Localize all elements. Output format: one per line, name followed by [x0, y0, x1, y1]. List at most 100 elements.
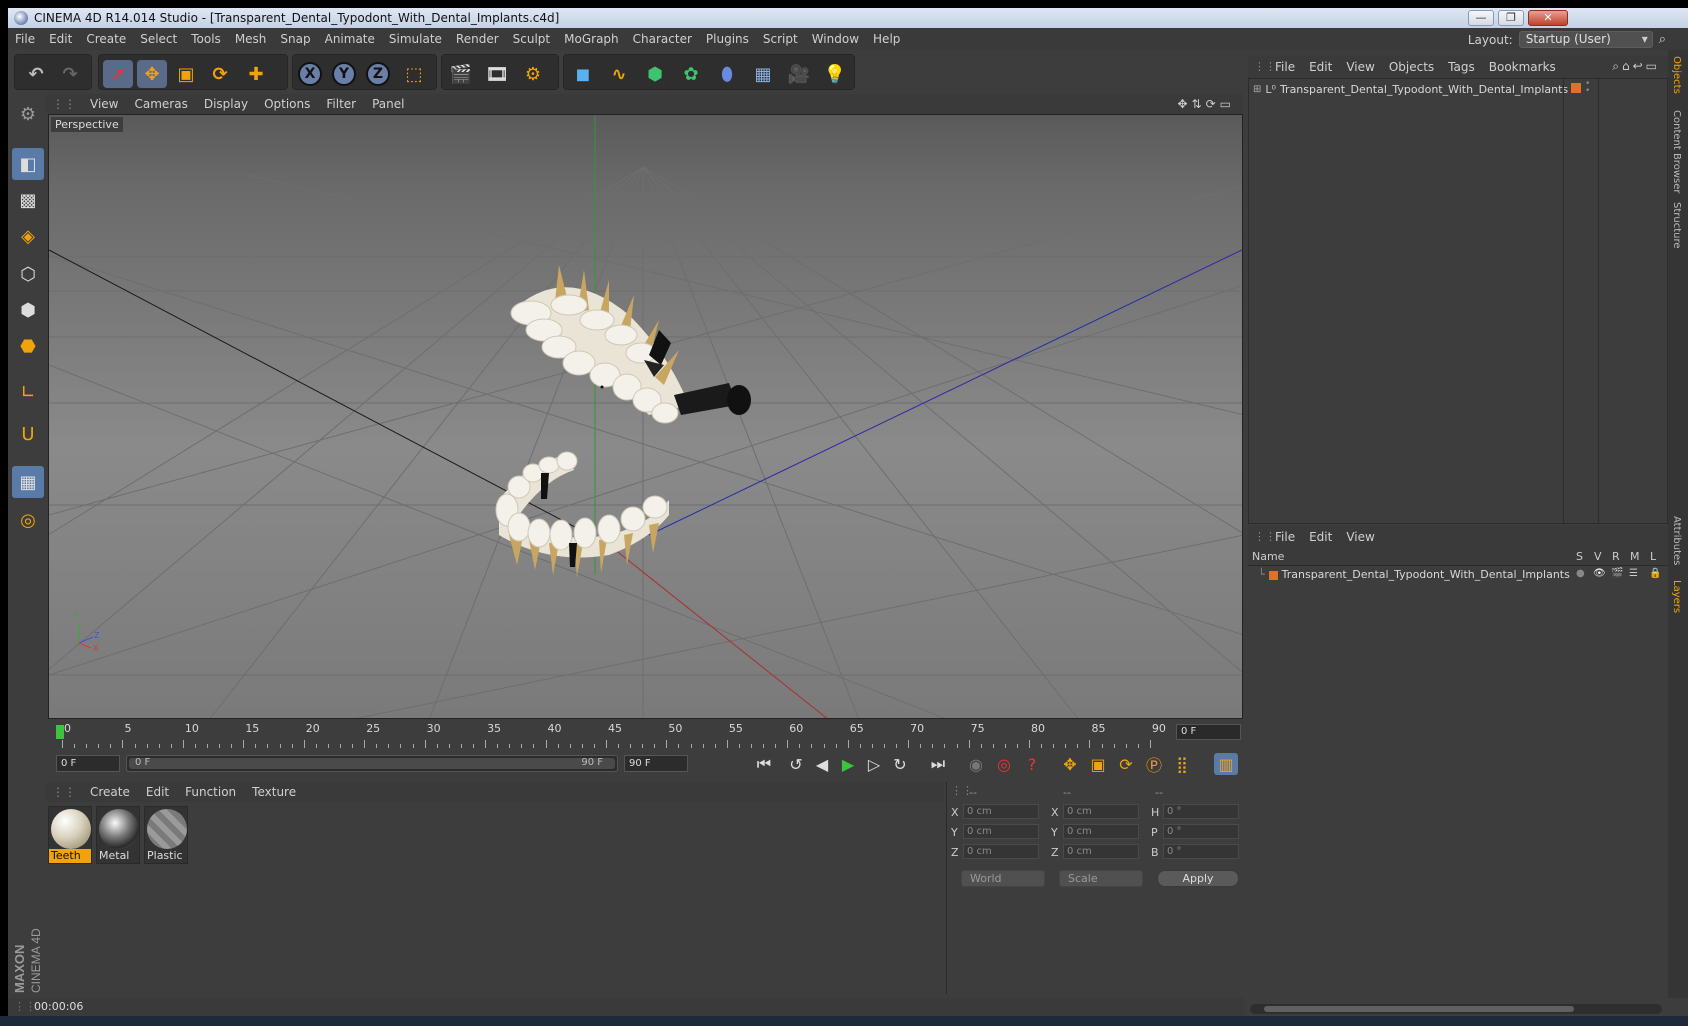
- viewport-nav-icons[interactable]: ✥⇅⟳▭: [1177, 97, 1235, 111]
- close-button[interactable]: ✕: [1528, 10, 1568, 26]
- layer-name[interactable]: Transparent_Dental_Typodont_With_Dental_…: [1282, 566, 1570, 584]
- menu-create[interactable]: Create: [79, 28, 133, 50]
- make-editable-icon[interactable]: ⚙: [12, 98, 44, 130]
- view-toggle-icon[interactable]: 👁: [1593, 568, 1606, 579]
- keyframe-help-icon[interactable]: ?: [1020, 753, 1044, 775]
- manager-toggle-icon[interactable]: ☰: [1629, 568, 1638, 579]
- layer-color-icon[interactable]: [1268, 570, 1278, 580]
- magnet-snap-icon[interactable]: U: [12, 418, 44, 450]
- points-mode-icon[interactable]: ⬡: [12, 258, 44, 290]
- previous-frame-icon[interactable]: ◀: [810, 753, 834, 775]
- scene-floor-icon[interactable]: ▦: [748, 60, 778, 88]
- model-mode-icon[interactable]: ◧: [12, 148, 44, 180]
- viewport-menu-display[interactable]: Display: [196, 93, 256, 115]
- live-selection-icon[interactable]: ➚: [103, 60, 133, 88]
- next-key-icon[interactable]: ↻: [888, 753, 912, 775]
- go-to-end-icon[interactable]: ⏭: [926, 753, 950, 775]
- apply-button[interactable]: Apply: [1157, 870, 1239, 887]
- workplane-lock-icon[interactable]: ▦: [12, 466, 44, 498]
- current-frame-field[interactable]: 0 F: [1176, 724, 1241, 740]
- rotation-p-field[interactable]: 0 °: [1163, 824, 1239, 839]
- key-pla-icon[interactable]: ⣿: [1170, 753, 1194, 775]
- play-forward-icon[interactable]: ▶: [836, 753, 860, 775]
- object-name[interactable]: Transparent_Dental_Typodont_With_Dental_…: [1280, 81, 1568, 99]
- position-x-field[interactable]: 0 cm: [963, 804, 1039, 819]
- expand-icon[interactable]: ⊞: [1253, 81, 1261, 99]
- size-y-field[interactable]: 0 cm: [1063, 824, 1139, 839]
- coordinate-space-dropdown[interactable]: World: [961, 870, 1045, 887]
- scrollbar-thumb[interactable]: [1264, 1006, 1574, 1012]
- menu-mesh[interactable]: Mesh: [228, 28, 274, 50]
- redo-icon[interactable]: ↷: [55, 60, 85, 88]
- key-position-icon[interactable]: ✥: [1058, 753, 1082, 775]
- timeline-ruler[interactable]: 0 5 10 15 20 25 30 35 40 45 50 55 60 65 70 75 80 85 90 0 F: [46, 720, 1243, 748]
- maximize-button[interactable]: ❐: [1498, 10, 1524, 26]
- menu-script[interactable]: Script: [756, 28, 805, 50]
- cube-primitive-icon[interactable]: ◼: [568, 60, 598, 88]
- key-rotation-icon[interactable]: ⟳: [1114, 753, 1138, 775]
- tab-attributes[interactable]: Attributes: [1671, 516, 1682, 565]
- object-menu-bookmarks[interactable]: Bookmarks: [1482, 56, 1563, 78]
- menu-help[interactable]: Help: [866, 28, 907, 50]
- menu-tools[interactable]: Tools: [184, 28, 228, 50]
- tab-layers[interactable]: Layers: [1671, 580, 1682, 613]
- menu-sculpt[interactable]: Sculpt: [506, 28, 557, 50]
- frame-range-slider[interactable]: 0 F 90 F: [126, 755, 618, 772]
- render-toggle-icon[interactable]: 🎬: [1611, 568, 1623, 579]
- menu-animate[interactable]: Animate: [318, 28, 382, 50]
- layer-menu-view[interactable]: View: [1339, 526, 1381, 548]
- add-object-icon[interactable]: ✚: [241, 60, 271, 88]
- minimize-button[interactable]: —: [1468, 10, 1494, 26]
- layer-row[interactable]: └ Transparent_Dental_Typodont_With_Denta…: [1258, 566, 1570, 584]
- tab-structure[interactable]: Structure: [1671, 202, 1682, 249]
- viewport-menu-view[interactable]: View: [82, 93, 126, 115]
- texture-mode-icon[interactable]: ▩: [12, 184, 44, 216]
- menu-simulate[interactable]: Simulate: [382, 28, 449, 50]
- coordinate-system-icon[interactable]: ⬚: [399, 60, 429, 88]
- move-tool-icon[interactable]: ✥: [137, 60, 167, 88]
- viewport-menu-cameras[interactable]: Cameras: [126, 93, 195, 115]
- layer-menu-edit[interactable]: Edit: [1302, 526, 1339, 548]
- perspective-viewport[interactable]: Y Z X Perspective: [48, 114, 1243, 719]
- column-solo[interactable]: S: [1576, 548, 1583, 566]
- autokey-icon[interactable]: ◎: [992, 753, 1016, 775]
- start-frame-field[interactable]: 0 F: [56, 755, 120, 772]
- column-locked[interactable]: L: [1650, 548, 1656, 566]
- soft-selection-icon[interactable]: ◎: [12, 504, 44, 536]
- column-name[interactable]: Name: [1252, 548, 1284, 566]
- go-to-start-icon[interactable]: ⏮: [752, 753, 776, 775]
- material-teeth[interactable]: Teeth: [48, 806, 92, 864]
- layout-dropdown[interactable]: Startup (User): [1518, 31, 1653, 48]
- coordinate-mode-dropdown[interactable]: Scale: [1059, 870, 1143, 887]
- object-menu-edit[interactable]: Edit: [1302, 56, 1339, 78]
- layer-horizontal-scrollbar[interactable]: [1250, 1004, 1662, 1014]
- key-parameter-icon[interactable]: Ⓟ: [1142, 753, 1166, 775]
- rotate-tool-icon[interactable]: ⟳: [205, 60, 235, 88]
- viewport-menu-panel[interactable]: Panel: [364, 93, 412, 115]
- deformer-icon[interactable]: ⬮: [712, 60, 742, 88]
- lock-toggle-icon[interactable]: 🔒: [1649, 568, 1661, 579]
- render-settings-icon[interactable]: ⚙: [518, 60, 548, 88]
- record-disabled-icon[interactable]: ◉: [964, 753, 988, 775]
- menu-character[interactable]: Character: [626, 28, 699, 50]
- rotation-h-field[interactable]: 0 °: [1163, 804, 1239, 819]
- object-tree-row[interactable]: ⊞ L⁰ Transparent_Dental_Typodont_With_De…: [1253, 81, 1568, 99]
- array-icon[interactable]: ✿: [676, 60, 706, 88]
- menu-select[interactable]: Select: [133, 28, 184, 50]
- axis-mode-icon[interactable]: ∟: [12, 376, 44, 408]
- position-z-field[interactable]: 0 cm: [963, 844, 1039, 859]
- y-axis-lock-button[interactable]: Y: [329, 60, 359, 88]
- camera-icon[interactable]: 🎥: [784, 60, 814, 88]
- next-frame-icon[interactable]: ▷: [862, 753, 886, 775]
- tab-content-browser[interactable]: Content Browser: [1671, 110, 1682, 193]
- search-icon[interactable]: ⌕: [1659, 32, 1666, 47]
- previous-key-icon[interactable]: ↺: [784, 753, 808, 775]
- edges-mode-icon[interactable]: ⬢: [12, 294, 44, 326]
- key-scale-icon[interactable]: ▣: [1086, 753, 1110, 775]
- object-menu-objects[interactable]: Objects: [1382, 56, 1441, 78]
- object-menu-tags[interactable]: Tags: [1441, 56, 1482, 78]
- nurbs-icon[interactable]: ⬢: [640, 60, 670, 88]
- undo-icon[interactable]: ↶: [21, 60, 51, 88]
- viewport-menu-options[interactable]: Options: [256, 93, 318, 115]
- position-y-field[interactable]: 0 cm: [963, 824, 1039, 839]
